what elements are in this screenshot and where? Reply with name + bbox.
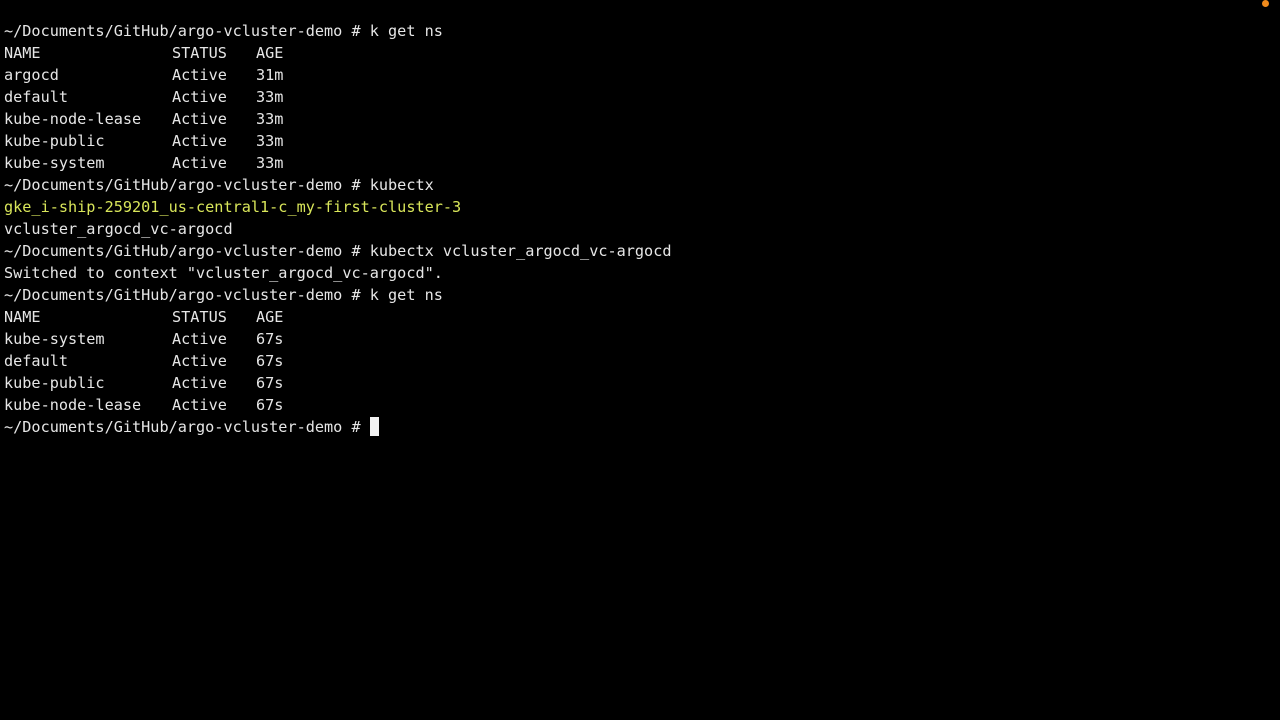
column-header-name: NAME bbox=[4, 44, 41, 62]
table-row: kube-node-lease Active 67s bbox=[4, 394, 1280, 416]
namespace-status: Active bbox=[172, 110, 227, 128]
namespace-age: 33m bbox=[256, 88, 284, 106]
command-text: kubectx vcluster_argocd_vc-argocd bbox=[369, 242, 672, 260]
table-row: kube-system Active 33m bbox=[4, 152, 1280, 174]
command-line: ~/Documents/GitHub/argo-vcluster-demo # … bbox=[4, 20, 1280, 42]
table-row: kube-node-lease Active 33m bbox=[4, 108, 1280, 130]
command-line: ~/Documents/GitHub/argo-vcluster-demo # … bbox=[4, 240, 1280, 262]
namespace-age: 67s bbox=[256, 330, 284, 348]
namespace-age: 67s bbox=[256, 396, 284, 414]
namespace-name: kube-system bbox=[4, 154, 105, 172]
namespace-status: Active bbox=[172, 396, 227, 414]
namespace-status: Active bbox=[172, 132, 227, 150]
namespace-age: 33m bbox=[256, 132, 284, 150]
command-line: ~/Documents/GitHub/argo-vcluster-demo # … bbox=[4, 174, 1280, 196]
namespace-age: 67s bbox=[256, 352, 284, 370]
table-row: default Active 33m bbox=[4, 86, 1280, 108]
namespace-status: Active bbox=[172, 352, 227, 370]
namespace-age: 33m bbox=[256, 154, 284, 172]
column-header-status: STATUS bbox=[172, 44, 227, 62]
terminal-window[interactable]: ~/Documents/GitHub/argo-vcluster-demo # … bbox=[0, 0, 1280, 720]
command-line: ~/Documents/GitHub/argo-vcluster-demo # … bbox=[4, 284, 1280, 306]
namespace-name: kube-public bbox=[4, 132, 105, 150]
context-item-current: gke_i-ship-259201_us-central1-c_my-first… bbox=[4, 198, 462, 216]
column-header-age: AGE bbox=[256, 44, 284, 62]
prompt: ~/Documents/GitHub/argo-vcluster-demo # bbox=[4, 418, 370, 436]
command-text: kubectx bbox=[369, 176, 434, 194]
namespace-name: kube-node-lease bbox=[4, 396, 142, 414]
namespace-age: 67s bbox=[256, 374, 284, 392]
table-row: default Active 67s bbox=[4, 350, 1280, 372]
table-header: NAME STATUS AGE bbox=[4, 42, 1280, 64]
column-header-name: NAME bbox=[4, 308, 41, 326]
table-row: kube-public Active 67s bbox=[4, 372, 1280, 394]
namespace-age: 31m bbox=[256, 66, 284, 84]
prompt: ~/Documents/GitHub/argo-vcluster-demo # bbox=[4, 176, 370, 194]
namespace-status: Active bbox=[172, 374, 227, 392]
namespace-name: argocd bbox=[4, 66, 59, 84]
output-message: Switched to context "vcluster_argocd_vc-… bbox=[4, 264, 443, 282]
namespace-name: kube-public bbox=[4, 374, 105, 392]
namespace-name: default bbox=[4, 352, 69, 370]
table-row: kube-public Active 33m bbox=[4, 130, 1280, 152]
context-item: vcluster_argocd_vc-argocd bbox=[4, 220, 233, 238]
namespace-status: Active bbox=[172, 154, 227, 172]
prompt: ~/Documents/GitHub/argo-vcluster-demo # bbox=[4, 242, 370, 260]
column-header-status: STATUS bbox=[172, 308, 227, 326]
namespace-name: default bbox=[4, 88, 69, 106]
block-cursor-icon[interactable] bbox=[369, 417, 379, 436]
namespace-status: Active bbox=[172, 330, 227, 348]
namespace-status: Active bbox=[172, 88, 227, 106]
prompt: ~/Documents/GitHub/argo-vcluster-demo # bbox=[4, 22, 370, 40]
command-text: k get ns bbox=[369, 286, 443, 304]
prompt: ~/Documents/GitHub/argo-vcluster-demo # bbox=[4, 286, 370, 304]
namespace-status: Active bbox=[172, 66, 227, 84]
namespace-age: 33m bbox=[256, 110, 284, 128]
namespace-name: kube-system bbox=[4, 330, 105, 348]
table-row: argocd Active 31m bbox=[4, 64, 1280, 86]
table-header: NAME STATUS AGE bbox=[4, 306, 1280, 328]
active-prompt-line[interactable]: ~/Documents/GitHub/argo-vcluster-demo # bbox=[4, 416, 1280, 438]
namespace-name: kube-node-lease bbox=[4, 110, 142, 128]
command-text: k get ns bbox=[369, 22, 443, 40]
orange-dot-icon bbox=[1262, 0, 1269, 7]
table-row: kube-system Active 67s bbox=[4, 328, 1280, 350]
column-header-age: AGE bbox=[256, 308, 284, 326]
